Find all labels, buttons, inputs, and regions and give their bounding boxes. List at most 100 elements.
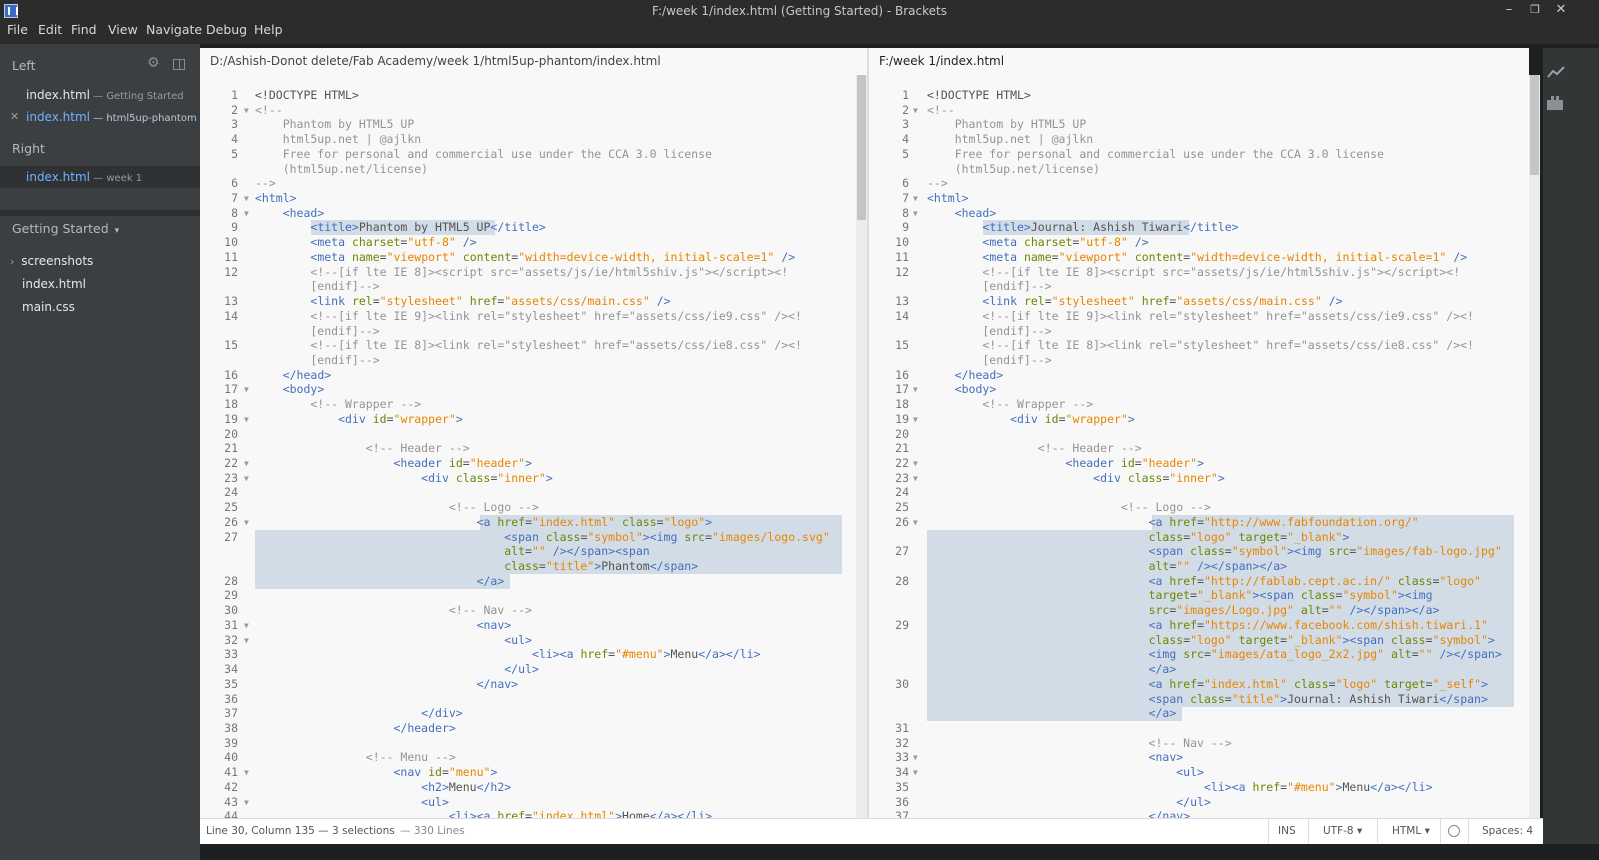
code-line[interactable]: <!--[if lte IE 8]><script src="assets/js… xyxy=(927,265,1460,280)
scrollbar-right[interactable] xyxy=(1529,75,1540,835)
code-line[interactable]: <div id="wrapper"> xyxy=(927,412,1135,427)
code-line[interactable]: <!-- Nav --> xyxy=(927,736,1232,751)
code-line[interactable]: target="_blank"><span class="symbol"><im… xyxy=(927,588,1433,603)
code-line[interactable]: <span class="symbol"><img src="images/fa… xyxy=(927,544,1502,559)
code-line[interactable]: [endif]--> xyxy=(255,353,379,368)
tree-file-main-css[interactable]: main.css xyxy=(22,300,75,314)
menu-edit[interactable]: Edit xyxy=(38,22,62,37)
fold-toggle-icon[interactable]: ▼ xyxy=(244,471,249,486)
menu-navigate[interactable]: Navigate xyxy=(146,22,202,37)
code-area-right[interactable]: <!DOCTYPE HTML> <!-- Phantom by HTML5 UP … xyxy=(927,88,1517,835)
scrollbar-left[interactable] xyxy=(856,75,867,835)
code-line[interactable]: <!--[if lte IE 9]><link rel="stylesheet"… xyxy=(927,309,1474,324)
code-line[interactable]: </header> xyxy=(255,721,455,736)
code-line[interactable]: Free for personal and commercial use und… xyxy=(927,147,1384,162)
tree-folder-screenshots[interactable]: › screenshots xyxy=(10,254,93,268)
code-line[interactable]: <h2>Menu</h2> xyxy=(255,780,511,795)
code-line[interactable]: class="logo" target="_blank"> xyxy=(927,530,1350,545)
code-line[interactable]: <!--[if lte IE 8]><link rel="stylesheet"… xyxy=(255,338,802,353)
code-line[interactable]: (html5up.net/license) xyxy=(927,162,1100,177)
code-line[interactable]: <!-- Nav --> xyxy=(255,603,532,618)
tree-file-index[interactable]: index.html xyxy=(22,277,86,291)
editor-pane-right[interactable]: F:/week 1/index.html 1 2 ▼ 3 4 5 6 7 ▼ 8 ▼ 9 10 11 12 1… xyxy=(869,48,1529,835)
code-line[interactable]: <link rel="stylesheet" href="assets/css/… xyxy=(927,294,1342,309)
code-line[interactable]: <!-- Header --> xyxy=(927,441,1142,456)
code-line[interactable]: <!-- Logo --> xyxy=(927,500,1211,515)
scroll-thumb[interactable] xyxy=(857,75,866,220)
code-line[interactable]: <div class="inner"> xyxy=(255,471,553,486)
fold-toggle-icon[interactable]: ▼ xyxy=(913,515,918,530)
scroll-thumb[interactable] xyxy=(1530,75,1539,175)
code-line[interactable]: </a> xyxy=(927,662,1177,677)
code-line[interactable]: class="title">Phantom</span> xyxy=(255,559,698,574)
code-line[interactable]: [endif]--> xyxy=(255,279,379,294)
code-line[interactable]: <nav> xyxy=(927,750,1184,765)
code-line[interactable]: <!-- xyxy=(927,103,955,118)
code-line[interactable]: </nav> xyxy=(255,677,519,692)
maximize-button[interactable]: ❐ xyxy=(1522,0,1548,22)
code-line[interactable]: <meta charset="utf-8" /> xyxy=(255,235,476,250)
fold-toggle-icon[interactable]: ▼ xyxy=(913,191,918,206)
code-line[interactable]: </head> xyxy=(255,368,331,383)
menu-file[interactable]: File xyxy=(7,22,28,37)
code-line[interactable]: <a href="https://www.facebook.com/shish.… xyxy=(927,618,1488,633)
linter-status-icon[interactable] xyxy=(1448,825,1460,837)
code-line[interactable]: <img src="images/ata_logo_2x2.jpg" alt="… xyxy=(927,647,1502,662)
fold-toggle-icon[interactable]: ▼ xyxy=(244,795,249,810)
code-line[interactable]: <!--[if lte IE 8]><script src="assets/js… xyxy=(255,265,788,280)
code-line[interactable]: <a href="index.html" class="logo"> xyxy=(255,515,713,530)
code-line[interactable]: <li><a href="#menu">Menu</a></li> xyxy=(255,647,761,662)
fold-toggle-icon[interactable]: ▼ xyxy=(244,515,249,530)
fold-toggle-icon[interactable]: ▼ xyxy=(244,633,249,648)
code-line[interactable]: class="logo" target="_blank"><span class… xyxy=(927,633,1495,648)
code-line[interactable]: <!-- xyxy=(255,103,283,118)
encoding-dropdown[interactable]: UTF-8 ▾ xyxy=(1323,819,1362,843)
code-line[interactable]: --> xyxy=(927,176,948,191)
working-file-item[interactable]: index.html — Getting Started xyxy=(0,84,200,106)
code-line[interactable]: <ul> xyxy=(255,633,532,648)
gear-icon[interactable]: ⚙ xyxy=(147,56,160,70)
code-line[interactable]: </head> xyxy=(927,368,1003,383)
code-line[interactable]: [endif]--> xyxy=(927,279,1051,294)
code-line[interactable]: <!-- Logo --> xyxy=(255,500,539,515)
code-line[interactable]: <!DOCTYPE HTML> xyxy=(927,88,1031,103)
code-line[interactable]: <!--[if lte IE 8]><link rel="stylesheet"… xyxy=(927,338,1474,353)
fold-toggle-icon[interactable]: ▼ xyxy=(244,206,249,221)
code-line[interactable]: src="images/Logo.jpg" alt="" /></span></… xyxy=(927,603,1440,618)
fold-toggle-icon[interactable]: ▼ xyxy=(244,103,249,118)
code-line[interactable]: [endif]--> xyxy=(927,353,1051,368)
code-line[interactable]: <head> xyxy=(927,206,997,221)
insert-mode-toggle[interactable]: INS xyxy=(1278,819,1296,843)
close-window-button[interactable]: ✕ xyxy=(1548,0,1574,22)
code-line[interactable]: <ul> xyxy=(255,795,449,810)
code-line[interactable]: <div class="inner"> xyxy=(927,471,1225,486)
fold-toggle-icon[interactable]: ▼ xyxy=(244,456,249,471)
code-line[interactable]: <title>Journal: Ashish Tiwari</title> xyxy=(927,220,1238,235)
close-file-icon[interactable]: ✕ xyxy=(10,106,19,128)
language-dropdown[interactable]: HTML ▾ xyxy=(1392,819,1430,843)
code-line[interactable]: <!DOCTYPE HTML> xyxy=(255,88,359,103)
code-line[interactable]: </a> xyxy=(927,706,1177,721)
code-line[interactable]: <div id="wrapper"> xyxy=(255,412,463,427)
fold-toggle-icon[interactable]: ▼ xyxy=(913,750,918,765)
code-line[interactable]: </ul> xyxy=(927,795,1211,810)
code-line[interactable]: alt="" /></span><span xyxy=(255,544,649,559)
code-area-left[interactable]: <!DOCTYPE HTML> <!-- Phantom by HTML5 UP … xyxy=(255,88,855,835)
indent-spaces-toggle[interactable]: Spaces: 4 xyxy=(1482,819,1533,843)
fold-toggle-icon[interactable]: ▼ xyxy=(913,206,918,221)
code-line[interactable]: <a href="http://fablab.cept.ac.in/" clas… xyxy=(927,574,1481,589)
fold-toggle-icon[interactable]: ▼ xyxy=(913,412,918,427)
code-line[interactable]: <!-- Header --> xyxy=(255,441,470,456)
code-line[interactable]: <meta charset="utf-8" /> xyxy=(927,235,1148,250)
code-line[interactable]: <nav id="menu"> xyxy=(255,765,497,780)
code-line[interactable]: <head> xyxy=(255,206,325,221)
code-line[interactable]: <!--[if lte IE 9]><link rel="stylesheet"… xyxy=(255,309,802,324)
code-line[interactable]: --> xyxy=(255,176,276,191)
code-line[interactable]: alt="" /></span></a> xyxy=(927,559,1288,574)
live-preview-icon[interactable] xyxy=(1547,66,1565,78)
code-line[interactable]: <meta name="viewport" content="width=dev… xyxy=(927,250,1467,265)
fold-toggle-icon[interactable]: ▼ xyxy=(913,382,918,397)
code-line[interactable]: <title>Phantom by HTML5 UP</title> xyxy=(255,220,545,235)
code-line[interactable]: <header id="header"> xyxy=(927,456,1204,471)
code-line[interactable]: <meta name="viewport" content="width=dev… xyxy=(255,250,795,265)
